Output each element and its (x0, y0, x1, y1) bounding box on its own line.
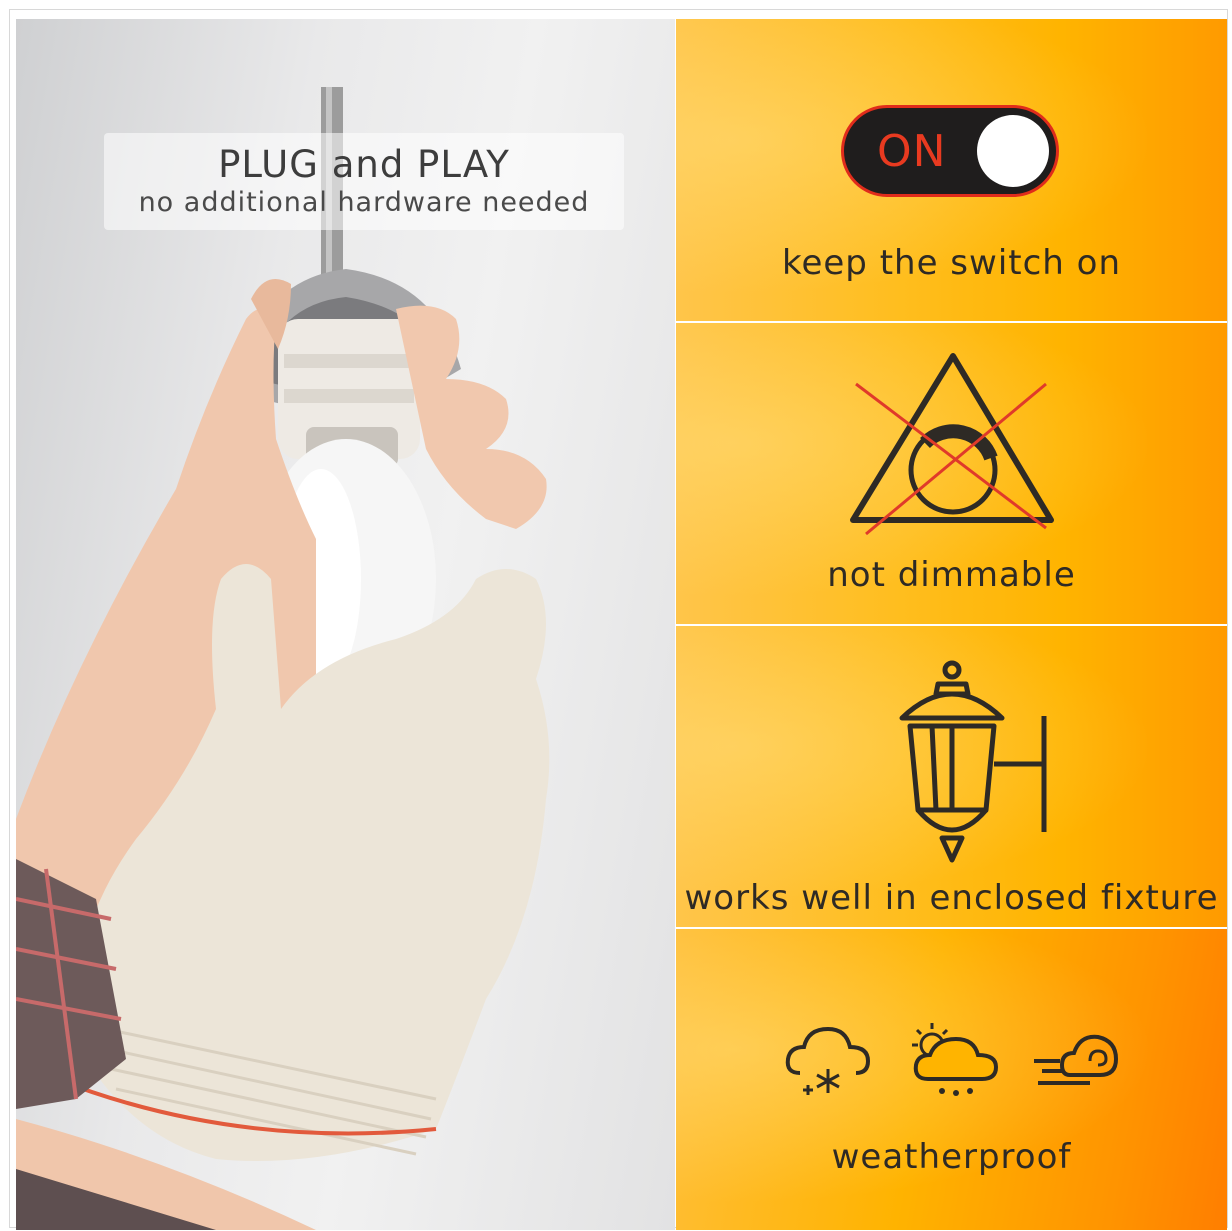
wall-lantern-icon (899, 660, 1047, 863)
sun-rain-cloud-icon (912, 1023, 999, 1096)
toggle-knob (977, 115, 1049, 187)
plug-and-play-caption: PLUG and PLAY no additional hardware nee… (104, 133, 624, 230)
feature-label-fixture: works well in enclosed fixture (684, 878, 1219, 918)
feature-panel-weather: weatherproof (676, 929, 1227, 1230)
feature-panel-fixture: works well in enclosed fixture (676, 626, 1227, 927)
feature-panel-dimmable: not dimmable (676, 323, 1227, 624)
toggle-switch-icon: ON (841, 105, 1059, 197)
feature-label-dimmable: not dimmable (827, 555, 1076, 595)
installation-photo: PLUG and PLAY no additional hardware nee… (16, 19, 675, 1230)
caption-title: PLUG and PLAY (218, 143, 510, 186)
toggle-on-text: ON (877, 126, 947, 177)
no-dimmer-icon (850, 353, 1054, 536)
feature-label-weather: weatherproof (831, 1137, 1072, 1177)
feature-label-switch: keep the switch on (781, 243, 1121, 283)
feature-panel-switch: ON keep the switch on (676, 19, 1227, 321)
snow-cloud-icon (785, 1026, 871, 1095)
wind-cloud-icon (1034, 1034, 1119, 1085)
caption-subtitle: no additional hardware needed (138, 187, 590, 218)
